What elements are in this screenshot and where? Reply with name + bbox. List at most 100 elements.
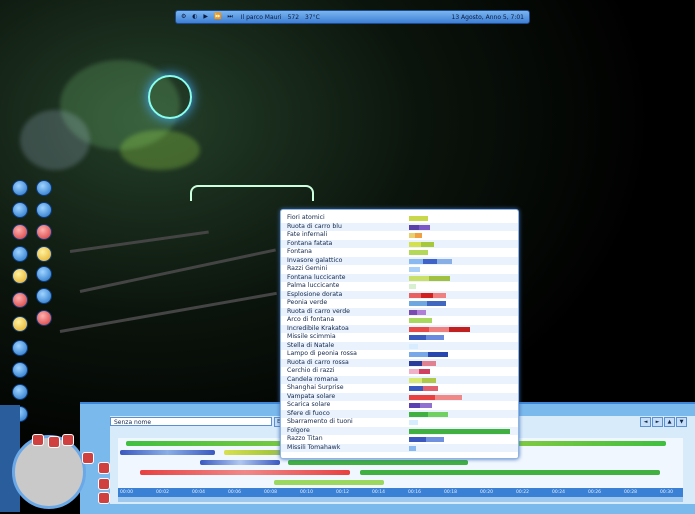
- camera-icon[interactable]: [12, 340, 28, 356]
- firework-list-item[interactable]: Missile scimmia: [281, 333, 518, 341]
- firework-color-bar: [409, 267, 420, 272]
- track-button-2[interactable]: [98, 462, 110, 474]
- build-rides-icon[interactable]: [12, 180, 28, 196]
- sequence-button-2[interactable]: [48, 436, 60, 448]
- firework-list-item[interactable]: Ruota di carro blu: [281, 222, 518, 231]
- firework-list-item[interactable]: Candela romana: [281, 375, 518, 384]
- stalls-icon[interactable]: [36, 202, 52, 218]
- fireworks-selection-popup: Fiori atomici Ruota di carro blu Fate infe…: [280, 209, 519, 459]
- timeline-track[interactable]: [274, 480, 384, 485]
- firework-color-segment: [409, 352, 429, 357]
- prev-button[interactable]: ◄: [640, 417, 651, 427]
- scenery-icon[interactable]: [12, 246, 28, 262]
- timeline-track[interactable]: [200, 460, 280, 465]
- firework-name: Palma luccicante: [287, 282, 340, 289]
- timeline-track[interactable]: [140, 470, 350, 475]
- track-button-4[interactable]: [98, 492, 110, 504]
- firework-color-segment: [423, 258, 438, 264]
- time-tick-label: 00:02: [156, 490, 169, 495]
- sequence-button-1[interactable]: [32, 434, 44, 446]
- firework-name: Folgore: [287, 426, 310, 434]
- water-icon[interactable]: [36, 266, 52, 282]
- shops-icon[interactable]: [12, 202, 28, 218]
- firework-list-item[interactable]: Peonia verde: [281, 299, 518, 307]
- firework-color-segment: [409, 292, 422, 298]
- firework-color-segment: [415, 233, 422, 238]
- firework-color-bar: [409, 420, 418, 425]
- firework-color-segment: [409, 343, 418, 349]
- firework-list-item[interactable]: Shanghai Surprise: [281, 384, 518, 392]
- fireworks-icon[interactable]: [36, 310, 52, 326]
- firework-list-item[interactable]: Sfere di fuoco: [281, 409, 518, 418]
- firework-list-item[interactable]: Sbarramento di tuoni: [281, 418, 518, 426]
- firework-color-segment: [409, 301, 428, 306]
- firework-name: Lampo di peonia rossa: [287, 350, 357, 357]
- timeline-track[interactable]: [288, 460, 468, 465]
- park-entrance-arch: [190, 185, 314, 201]
- coasters-icon[interactable]: [36, 180, 52, 196]
- finances-icon[interactable]: [36, 288, 52, 304]
- firework-list-item[interactable]: Razzo Titan: [281, 435, 518, 443]
- time-tick-label: 00:24: [552, 490, 565, 495]
- timeline-track[interactable]: [120, 450, 215, 455]
- park-info-icon[interactable]: [12, 316, 28, 332]
- firework-color-segment: [427, 301, 446, 306]
- guests-icon[interactable]: [12, 292, 28, 308]
- firework-name: Stella di Natale: [287, 341, 335, 349]
- firework-name: Razzo Titan: [287, 435, 323, 442]
- firework-list-item[interactable]: Lampo di peonia rossa: [281, 350, 518, 358]
- firework-list-item[interactable]: Razzi Gemini: [281, 265, 518, 273]
- game-speed-icons[interactable]: ⚙ ◐ ▶ ⏩ ⏭: [181, 13, 235, 21]
- firework-list-item[interactable]: Fate infernali: [281, 231, 518, 239]
- firework-list-item[interactable]: Cerchio di razzi: [281, 367, 518, 375]
- time-ruler: 00:00 00:02 00:04 00:06 00:08 00:10 00:12 00:14…: [118, 488, 683, 497]
- firework-name: Scarica solare: [287, 401, 331, 408]
- down-button[interactable]: ▼: [676, 417, 687, 427]
- track-button-3[interactable]: [98, 478, 110, 490]
- firework-list-item[interactable]: Scarica solare: [281, 401, 518, 409]
- firework-list-item[interactable]: Vampata solare: [281, 392, 518, 401]
- firework-list-item[interactable]: Ruota di carro verde: [281, 307, 518, 316]
- sequence-name-input[interactable]: Senza nome: [110, 417, 272, 426]
- time-tick-label: 00:16: [408, 490, 421, 495]
- firework-list-item[interactable]: Fontana fatata: [281, 239, 518, 248]
- firework-color-segment: [409, 377, 423, 383]
- timeline-scrollbar[interactable]: [118, 497, 683, 502]
- status-bar: ⚙ ◐ ▶ ⏩ ⏭ Il parco Mauri 572 37°C 13 Ago…: [175, 10, 530, 24]
- firework-list-item[interactable]: Arco di fontana: [281, 316, 518, 324]
- settings-icon[interactable]: [12, 384, 28, 400]
- track-button-1[interactable]: [82, 452, 94, 464]
- firework-list-item[interactable]: Ruota di carro rossa: [281, 358, 518, 367]
- firework-name: Fontana luccicante: [287, 273, 346, 281]
- firework-color-bar: [409, 352, 448, 357]
- firework-list-item[interactable]: Fontana: [281, 248, 518, 256]
- paths-icon[interactable]: [36, 224, 52, 240]
- tools-icon[interactable]: [12, 362, 28, 378]
- sequence-button-3[interactable]: [62, 434, 74, 446]
- firework-color-bar: [409, 326, 470, 332]
- terrain-icon[interactable]: [36, 246, 52, 262]
- firework-list-item[interactable]: Folgore: [281, 426, 518, 435]
- firework-list-item[interactable]: Missili Tomahawk: [281, 443, 518, 452]
- firework-list-item[interactable]: Invasore galattico: [281, 256, 518, 265]
- firework-list-item[interactable]: Stella di Natale: [281, 341, 518, 350]
- next-button[interactable]: ►: [652, 417, 663, 427]
- timeline-track[interactable]: [360, 470, 660, 475]
- firework-name: Fontana fatata: [287, 239, 333, 247]
- firework-name: Vampata solare: [287, 392, 336, 400]
- firework-list-item[interactable]: Fiori atomici: [281, 214, 518, 222]
- firework-color-segment: [409, 428, 510, 434]
- firework-list-item[interactable]: Fontana luccicante: [281, 273, 518, 282]
- research-icon[interactable]: [12, 268, 28, 284]
- firework-color-segment: [409, 360, 423, 366]
- firework-list-item[interactable]: Incredibile Krakatoa: [281, 324, 518, 333]
- time-tick-label: 00:28: [624, 490, 637, 495]
- firework-color-segment: [409, 437, 427, 442]
- time-tick-label: 00:22: [516, 490, 529, 495]
- firework-color-bar: [409, 428, 510, 434]
- firework-list-item[interactable]: Esplosione dorata: [281, 290, 518, 299]
- up-button[interactable]: ▲: [664, 417, 675, 427]
- staff-icon[interactable]: [12, 224, 28, 240]
- firework-list-item[interactable]: Palma luccicante: [281, 282, 518, 290]
- date-value: 13 Agosto, Anno 5, 7:01: [451, 13, 524, 21]
